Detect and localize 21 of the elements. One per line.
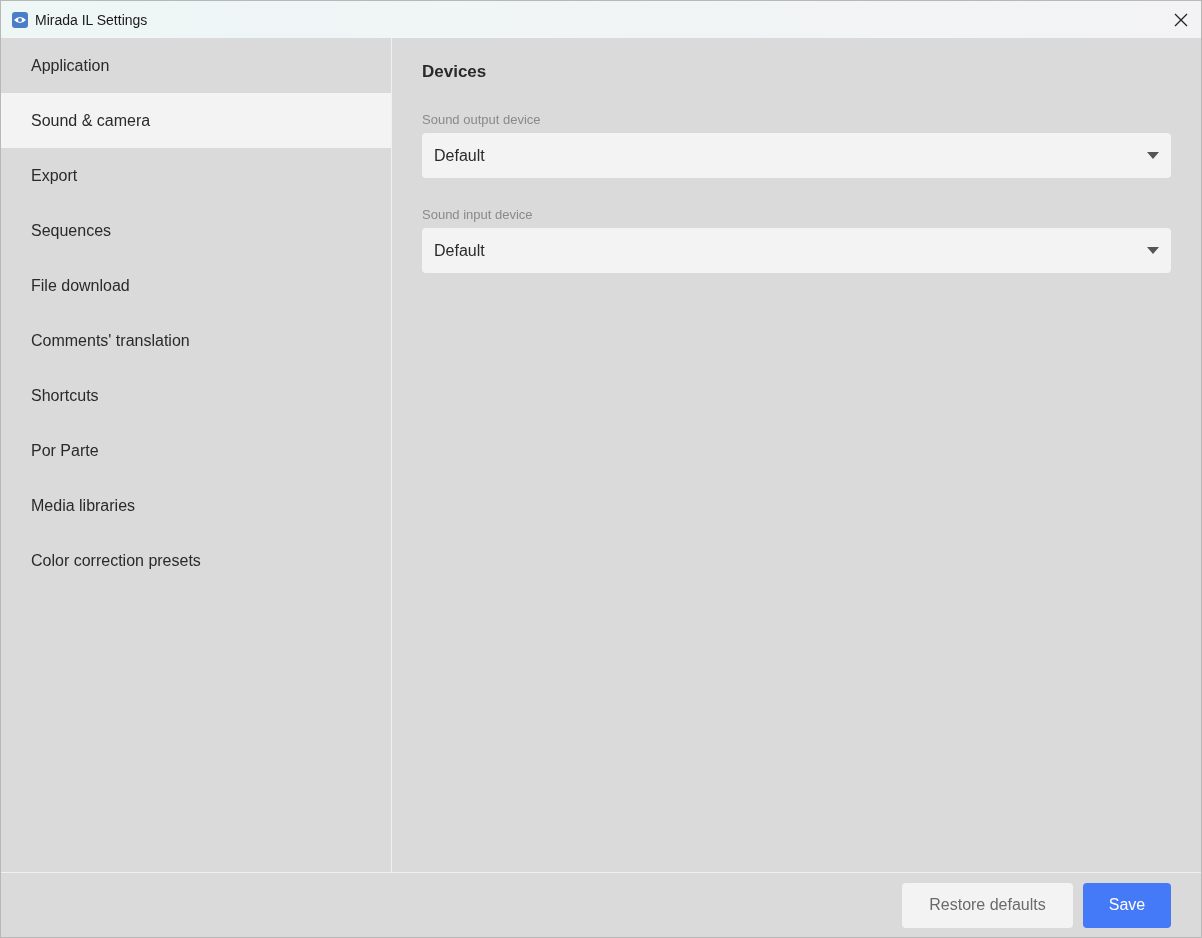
save-button[interactable]: Save <box>1083 882 1171 928</box>
sidebar-item[interactable]: Comments' translation <box>1 313 391 368</box>
sidebar-item[interactable]: Sequences <box>1 203 391 258</box>
sidebar-item[interactable]: Media libraries <box>1 478 391 533</box>
sidebar-item[interactable]: Por Parte <box>1 423 391 478</box>
restore-button[interactable]: Restore defaults <box>902 882 1073 928</box>
window-title: Mirada IL Settings <box>35 11 149 28</box>
dropdown-field[interactable]: Default <box>422 133 1171 178</box>
sidebar-item[interactable]: File download <box>1 258 391 313</box>
field-label: Sound input device <box>422 207 534 222</box>
dropdown-field[interactable]: Default <box>422 228 1171 273</box>
caret-icon <box>1147 152 1159 159</box>
caret-icon <box>1147 247 1159 254</box>
section-heading: Devices <box>422 62 488 82</box>
sidebar-item[interactable]: Sound & camera <box>1 93 391 148</box>
field-label: Sound output device <box>422 112 542 127</box>
sidebar-item[interactable]: Export <box>1 148 391 203</box>
sidebar-item[interactable]: Color correction presets <box>1 533 391 588</box>
sidebar-item[interactable]: Shortcuts <box>1 368 391 423</box>
sidebar-item[interactable]: Application <box>1 38 391 93</box>
app-icon <box>11 10 29 29</box>
